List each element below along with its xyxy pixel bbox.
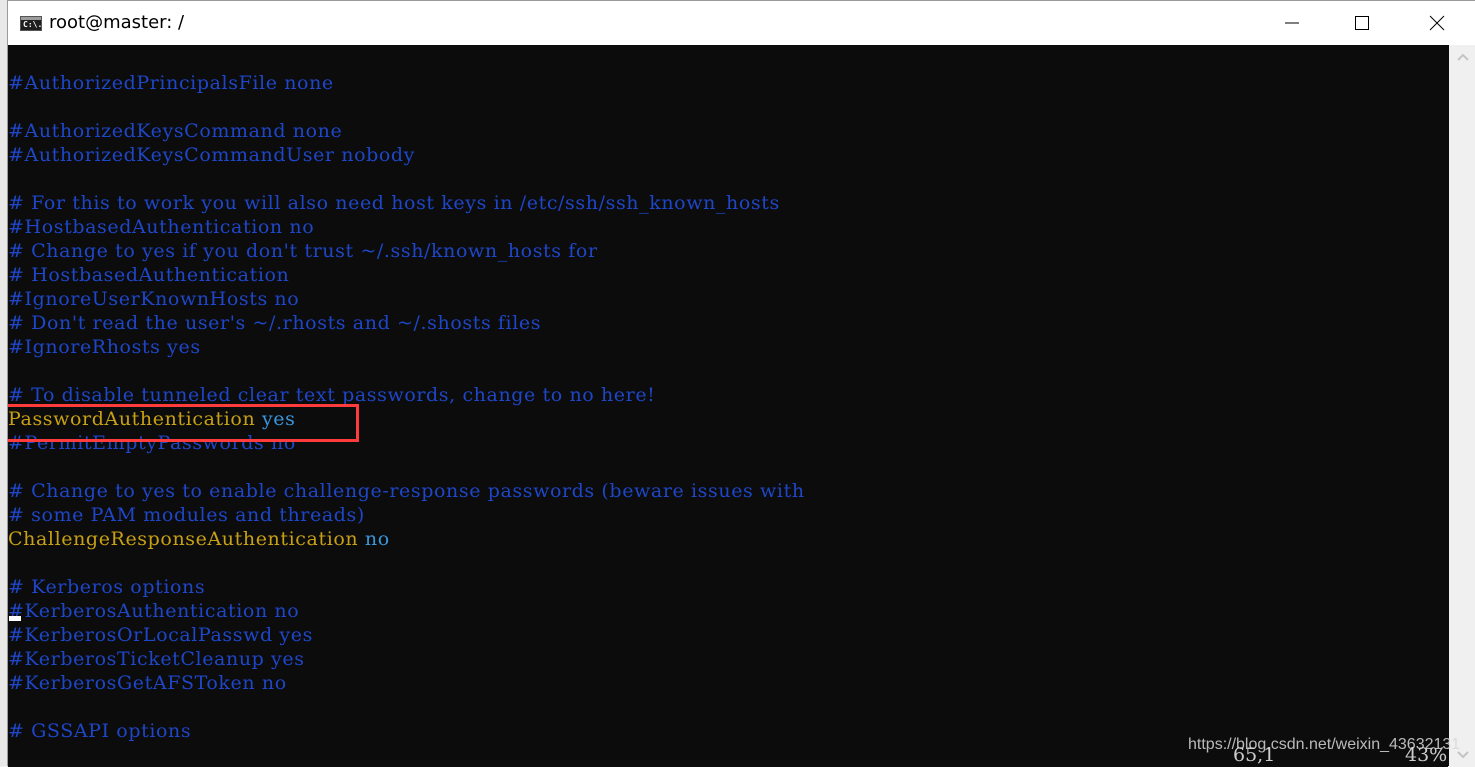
- setting-value: no: [364, 528, 390, 550]
- comment-text: # Change to yes if you don't trust ~/.ss…: [8, 240, 598, 262]
- config-comment-line: #IgnoreRhosts yes: [8, 335, 201, 359]
- config-comment-line: #KerberosOrLocalPasswd yes: [8, 623, 313, 647]
- config-comment-line: #AuthorizedPrincipalsFile none: [8, 71, 334, 95]
- config-comment-line: #KerberosAuthentication no: [8, 599, 299, 623]
- config-comment-line: # GSSAPI options: [8, 719, 191, 743]
- config-comment-line: #AuthorizedKeysCommand none: [8, 119, 342, 143]
- comment-text: #AuthorizedKeysCommandUser nobody: [8, 144, 416, 166]
- terminal-content[interactable]: # GSSAPI options #KerberosGetAFSToken no #…: [8, 45, 1448, 767]
- config-comment-line: #IgnoreUserKnownHosts no: [8, 287, 299, 311]
- terminal-window: C:\. root@master: / # GSSAPI options #Ker…: [7, 0, 1475, 767]
- comment-text: # GSSAPI options: [8, 720, 192, 742]
- config-comment-line: # Change to yes to enable challenge-resp…: [8, 479, 805, 503]
- console-icon: C:\.: [20, 16, 42, 31]
- config-comment-line: #KerberosGetAFSToken no: [8, 671, 287, 695]
- comment-text: #HostbasedAuthentication no: [8, 216, 315, 238]
- minimize-button[interactable]: [1257, 1, 1327, 45]
- comment-text: # HostbasedAuthentication: [8, 264, 290, 286]
- close-icon: [1429, 15, 1445, 31]
- comment-text: #KerberosAuthentication no: [8, 600, 300, 622]
- config-comment-line: # Don't read the user's ~/.rhosts and ~/…: [8, 311, 541, 335]
- comment-text: # some PAM modules and threads): [8, 504, 365, 526]
- comment-text: #KerberosOrLocalPasswd yes: [8, 624, 313, 646]
- comment-text: #KerberosTicketCleanup yes: [8, 648, 305, 670]
- maximize-icon: [1355, 16, 1369, 30]
- setting-key: ChallengeResponseAuthentication: [8, 528, 359, 550]
- vertical-scrollbar[interactable]: [1449, 45, 1475, 767]
- config-setting-line: ChallengeResponseAuthentication no: [8, 527, 390, 551]
- comment-text: # Kerberos options: [8, 576, 206, 598]
- config-comment-line: # some PAM modules and threads): [8, 503, 365, 527]
- title-bar[interactable]: C:\. root@master: /: [8, 1, 1475, 45]
- comment-text: # To disable tunneled clear text passwor…: [8, 384, 656, 406]
- config-comment-line: # HostbasedAuthentication: [8, 263, 289, 287]
- comment-text: # For this to work you will also need ho…: [8, 192, 780, 214]
- comment-text: #AuthorizedKeysCommand none: [8, 120, 343, 142]
- config-comment-line: #AuthorizedKeysCommandUser nobody: [8, 143, 415, 167]
- comment-text: #KerberosGetAFSToken no: [8, 672, 287, 694]
- minimize-icon: [1285, 22, 1299, 24]
- config-comment-line: # For this to work you will also need ho…: [8, 191, 780, 215]
- config-comment-line: #KerberosTicketCleanup yes: [8, 647, 305, 671]
- watermark: https://blog.csdn.net/weixin_43632131: [1188, 736, 1461, 753]
- window-title: root@master: /: [49, 12, 185, 33]
- close-button[interactable]: [1402, 1, 1472, 45]
- comment-text: #IgnoreUserKnownHosts no: [8, 288, 300, 310]
- highlight-box: [8, 404, 359, 442]
- chevron-up-icon: [1456, 53, 1469, 61]
- comment-text: # Change to yes to enable challenge-resp…: [8, 480, 805, 502]
- config-comment-line: # Kerberos options: [8, 575, 205, 599]
- comment-text: #AuthorizedPrincipalsFile none: [8, 72, 334, 94]
- maximize-button[interactable]: [1327, 1, 1397, 45]
- config-comment-line: #HostbasedAuthentication no: [8, 215, 314, 239]
- comment-text: # Don't read the user's ~/.rhosts and ~/…: [8, 312, 542, 334]
- desktop-edge: [0, 0, 7, 766]
- scroll-up-button[interactable]: [1449, 45, 1475, 69]
- config-comment-line: # Change to yes if you don't trust ~/.ss…: [8, 239, 598, 263]
- comment-text: #IgnoreRhosts yes: [8, 336, 201, 358]
- text-cursor: [9, 616, 21, 621]
